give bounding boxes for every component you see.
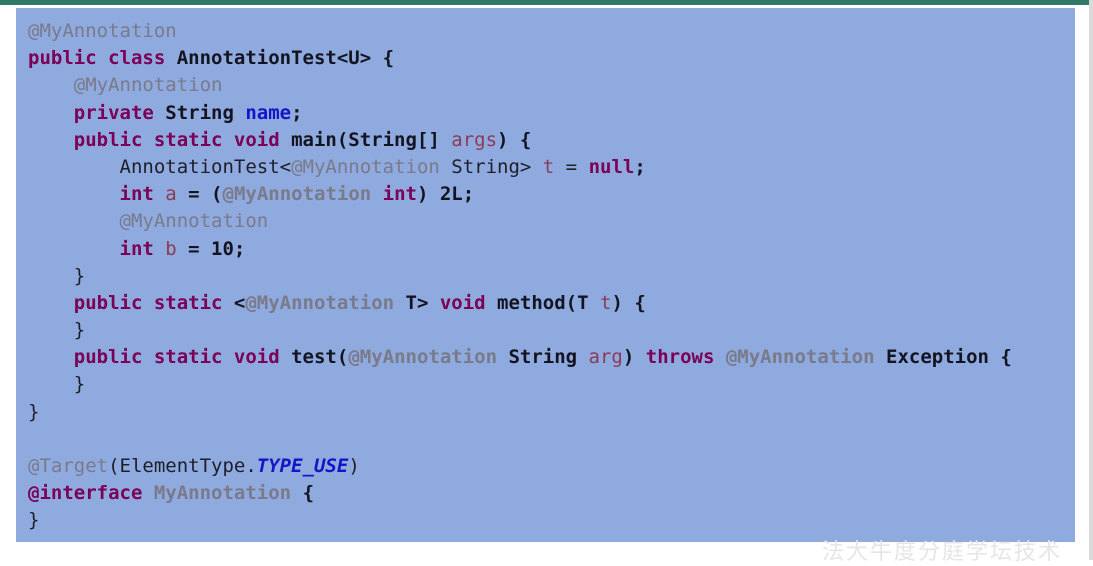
- code-token: public static void: [28, 128, 292, 151]
- code-token: ): [622, 346, 646, 369]
- code-token: private: [28, 101, 166, 124]
- code-token: arg: [588, 346, 623, 369]
- code-token: ) {: [611, 291, 646, 314]
- code-token: null: [588, 155, 635, 178]
- code-token: AnnotationTest<U> {: [176, 47, 395, 70]
- code-line: AnnotationTest<@MyAnnotation String> t =…: [28, 154, 1075, 181]
- code-token: String: [165, 101, 246, 124]
- code-token: name: [245, 101, 292, 124]
- code-token: throws: [645, 346, 726, 369]
- code-token: =: [554, 155, 589, 178]
- code-token: }: [28, 319, 86, 342]
- code-lines: @MyAnnotation public class AnnotationTest…: [28, 18, 1075, 535]
- code-line: }: [28, 507, 1075, 534]
- code-token: = 10;: [176, 237, 246, 260]
- code-token: MyAnnotation: [153, 482, 292, 505]
- code-token: @MyAnnotation: [725, 346, 875, 369]
- code-token: t: [542, 155, 555, 178]
- code-token: @MyAnnotation: [28, 74, 223, 97]
- code-token: @MyAnnotation: [222, 183, 372, 206]
- code-token: public static void: [28, 346, 292, 369]
- code-token: String: [497, 346, 589, 369]
- code-line: int a = (@MyAnnotation int) 2L;: [28, 181, 1075, 208]
- code-token: int: [371, 183, 417, 206]
- code-token: @MyAnnotation: [28, 210, 269, 233]
- code-token: <: [233, 291, 246, 314]
- code-token: {: [291, 482, 315, 505]
- code-line: @MyAnnotation: [28, 72, 1075, 99]
- code-token: @MyAnnotation: [28, 20, 177, 42]
- code-line: @Target(ElementType.TYPE_USE): [28, 453, 1075, 480]
- code-token: }: [28, 264, 86, 287]
- code-token: main(String[]: [291, 128, 452, 151]
- code-token: int: [28, 183, 166, 206]
- code-token: String>: [439, 155, 543, 178]
- code-line: private String name;: [28, 100, 1075, 127]
- code-token: args: [451, 128, 498, 151]
- code-token: test(: [291, 346, 349, 369]
- code-line: }: [28, 399, 1075, 426]
- code-token: int: [28, 237, 166, 260]
- code-token: method(T: [497, 291, 600, 314]
- code-token: b: [165, 237, 177, 260]
- code-token: @MyAnnotation: [348, 346, 498, 369]
- code-token: ) 2L;: [416, 183, 475, 206]
- code-token: ;: [291, 101, 303, 124]
- code-line: public class AnnotationTest<U> {: [28, 45, 1075, 72]
- code-token: @Target: [28, 455, 109, 477]
- code-token: ;: [634, 155, 646, 178]
- code-line: @MyAnnotation: [28, 18, 1075, 45]
- page-edge-divider: [1089, 0, 1093, 560]
- code-line: }: [28, 317, 1075, 344]
- code-line: }: [28, 263, 1075, 290]
- code-editor-panel[interactable]: @MyAnnotation public class AnnotationTest…: [16, 8, 1075, 542]
- code-token: ): [348, 455, 360, 477]
- code-token: }: [28, 509, 40, 532]
- code-token: = (: [176, 183, 223, 206]
- code-line: public static <@MyAnnotation T> void met…: [28, 290, 1075, 317]
- code-token: t: [600, 291, 612, 314]
- code-token: @interface: [28, 482, 154, 505]
- code-token: AnnotationTest<: [28, 155, 292, 178]
- code-token: }: [28, 373, 86, 396]
- code-line: public static void test(@MyAnnotation St…: [28, 344, 1075, 371]
- code-line: @MyAnnotation: [28, 208, 1075, 235]
- code-token: ) {: [497, 128, 532, 151]
- code-token: TYPE_USE: [256, 455, 349, 477]
- code-token: (ElementType.: [108, 455, 257, 477]
- code-token: void: [439, 291, 498, 314]
- window-top-accent-bar: [0, 0, 1093, 5]
- code-token: @MyAnnotation: [291, 155, 440, 178]
- code-token: @MyAnnotation: [245, 291, 395, 314]
- code-token: Exception {: [874, 346, 1012, 369]
- code-line: }: [28, 371, 1075, 398]
- code-line: @interface MyAnnotation {: [28, 480, 1075, 507]
- watermark-text: 法大牛度分庭学坛技术: [822, 540, 1063, 565]
- code-line: public static void main(String[] args) {: [28, 127, 1075, 154]
- code-token: T>: [394, 291, 440, 314]
- code-token: a: [165, 183, 177, 206]
- code-token: public static: [28, 291, 234, 314]
- code-token: public class: [28, 47, 177, 70]
- code-line: int b = 10;: [28, 236, 1075, 263]
- code-token: }: [28, 400, 40, 423]
